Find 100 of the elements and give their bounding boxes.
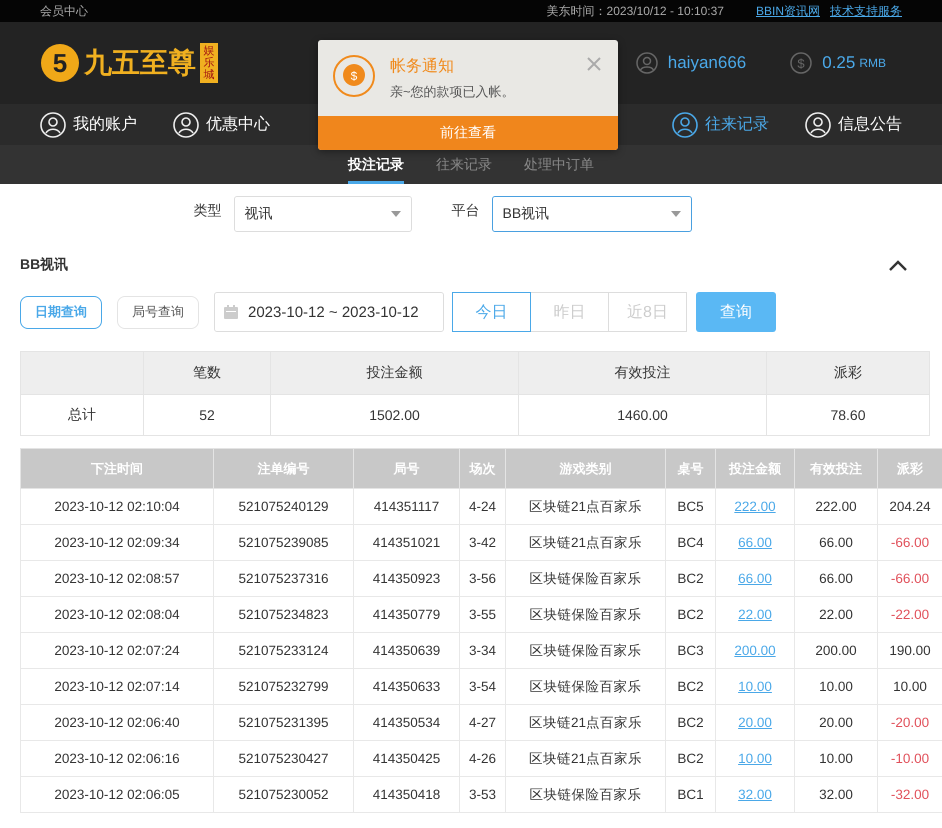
table-cell: 521075233124 bbox=[238, 643, 329, 658]
view-button[interactable]: 前往查看 bbox=[318, 116, 618, 150]
summary-header: 投注金额 bbox=[366, 364, 422, 380]
table-cell: 521075239085 bbox=[238, 535, 329, 550]
table-cell: 区块链21点百家乐 bbox=[528, 534, 642, 550]
table-cell: 3-54 bbox=[468, 679, 496, 694]
bet-amount-link[interactable]: 32.00 bbox=[738, 787, 772, 802]
table-cell: 区块链21点百家乐 bbox=[528, 714, 642, 730]
table-cell: 414350633 bbox=[372, 679, 440, 694]
table-cell: 414350779 bbox=[372, 607, 440, 622]
filter-label: 平台 bbox=[452, 202, 480, 220]
table-cell: 10.00 bbox=[819, 751, 853, 766]
calendar-icon bbox=[224, 305, 238, 319]
chat-coin-icon: $ bbox=[332, 54, 376, 98]
select-field[interactable]: BB视讯 bbox=[492, 196, 692, 232]
table-cell: -66.00 bbox=[890, 571, 930, 586]
table-cell: 10.00 bbox=[819, 679, 853, 694]
table-cell: BC4 bbox=[677, 535, 704, 550]
table-cell: 414350534 bbox=[372, 715, 440, 730]
table-cell: 3-42 bbox=[468, 535, 496, 550]
table-cell: 2023-10-12 02:08:04 bbox=[54, 607, 180, 622]
nav-item[interactable]: 优惠中心 bbox=[173, 112, 270, 138]
summary-header: 笔数 bbox=[193, 364, 221, 380]
table-cell: 区块链保险百家乐 bbox=[530, 570, 642, 586]
table-cell: 190.00 bbox=[889, 643, 931, 658]
bet-amount-link[interactable]: 20.00 bbox=[738, 715, 772, 730]
logo-icon: 5 bbox=[40, 43, 80, 83]
table-cell: 521075234823 bbox=[238, 607, 329, 622]
currency: RMB bbox=[859, 56, 886, 70]
balance: 0.25 bbox=[822, 53, 856, 73]
table-cell: 20.00 bbox=[819, 715, 853, 730]
nav-item[interactable]: 信息公告 bbox=[805, 112, 902, 138]
table-cell: 区块链保险百家乐 bbox=[530, 606, 642, 622]
top-link[interactable]: 技术支持服务 bbox=[830, 2, 902, 20]
query-mode-button[interactable]: 局号查询 bbox=[117, 296, 199, 328]
table-cell: 521075230427 bbox=[238, 751, 329, 766]
table-cell: BC2 bbox=[677, 679, 704, 694]
username: haiyan666 bbox=[668, 53, 746, 73]
table-cell: 2023-10-12 02:07:14 bbox=[54, 679, 180, 694]
table-cell: 4-26 bbox=[468, 751, 496, 766]
table-cell: -32.00 bbox=[890, 787, 930, 802]
nav-item[interactable]: 我的账户 bbox=[40, 112, 137, 138]
table-cell: 32.00 bbox=[819, 787, 853, 802]
date-range-field[interactable]: 2023-10-12 ~ 2023-10-12 bbox=[214, 292, 444, 332]
filter-label: 类型 bbox=[194, 202, 222, 220]
table-cell: 521075231395 bbox=[238, 715, 329, 730]
dropdown-caret-icon bbox=[670, 211, 680, 217]
table-cell: 10.00 bbox=[893, 679, 927, 694]
table-cell: BC3 bbox=[677, 643, 704, 658]
notification-title: 帐务通知 bbox=[390, 56, 455, 77]
table-cell: 22.00 bbox=[819, 607, 853, 622]
table-cell: 414351117 bbox=[374, 499, 440, 514]
query-mode-button[interactable]: 日期查询 bbox=[20, 296, 102, 328]
table-cell: BC5 bbox=[677, 499, 704, 514]
table-cell: 2023-10-12 02:07:24 bbox=[54, 643, 180, 658]
select-field[interactable]: 视讯 bbox=[234, 196, 412, 232]
bet-amount-link[interactable]: 66.00 bbox=[738, 571, 772, 586]
logo-tag: 娱乐城 bbox=[200, 42, 218, 84]
table-cell: 414351021 bbox=[372, 535, 440, 550]
top-link[interactable]: BBIN资讯网 bbox=[756, 2, 820, 20]
table-cell: BC1 bbox=[677, 787, 704, 802]
table-cell: 区块链21点百家乐 bbox=[528, 750, 642, 766]
table-cell: 区块链保险百家乐 bbox=[530, 786, 642, 802]
summary-cell: 1502.00 bbox=[369, 407, 420, 423]
quick-range-button[interactable]: 今日 bbox=[452, 292, 531, 332]
table-cell: 521075230052 bbox=[238, 787, 329, 802]
table-cell: 414350639 bbox=[372, 643, 440, 658]
table-cell: -20.00 bbox=[890, 715, 930, 730]
summary-cell: 1460.00 bbox=[617, 407, 668, 423]
bet-amount-link[interactable]: 66.00 bbox=[738, 535, 772, 550]
table-cell: BC2 bbox=[677, 607, 704, 622]
table-cell: 2023-10-12 02:06:40 bbox=[54, 715, 180, 730]
table-cell: 414350923 bbox=[372, 571, 440, 586]
table-cell: 2023-10-12 02:08:57 bbox=[54, 571, 180, 586]
search-button[interactable]: 查询 bbox=[696, 292, 776, 332]
table-cell: BC2 bbox=[677, 751, 704, 766]
table-cell: 4-27 bbox=[468, 715, 496, 730]
collapse-chevron-icon[interactable] bbox=[889, 260, 907, 270]
bet-amount-link[interactable]: 22.00 bbox=[738, 607, 772, 622]
table-cell: 3-55 bbox=[468, 607, 496, 622]
table-cell: 521075237316 bbox=[238, 571, 329, 586]
member-center-label: 会员中心 bbox=[40, 2, 88, 20]
table-cell: 414350425 bbox=[372, 751, 440, 766]
table-cell: 区块链21点百家乐 bbox=[528, 498, 642, 514]
notification-message: 亲~您的款项已入帐。 bbox=[390, 83, 516, 101]
summary-cell: 52 bbox=[199, 407, 215, 423]
dollar-icon: $ bbox=[790, 52, 812, 74]
bet-amount-link[interactable]: 10.00 bbox=[738, 679, 772, 694]
table-cell: 200.00 bbox=[815, 643, 857, 658]
table-cell: 204.24 bbox=[889, 499, 931, 514]
table-cell: BC2 bbox=[677, 715, 704, 730]
table-cell: 3-56 bbox=[468, 571, 496, 586]
table-cell: 区块链保险百家乐 bbox=[530, 642, 642, 658]
nav-item[interactable]: 往来记录 bbox=[672, 112, 769, 138]
summary-cell: 总计 bbox=[68, 406, 96, 422]
table-cell: 521075232799 bbox=[238, 679, 329, 694]
summary-cell: 78.60 bbox=[830, 407, 866, 423]
table-cell: 521075240129 bbox=[238, 499, 329, 514]
table-cell: BC2 bbox=[677, 571, 704, 586]
bet-amount-link[interactable]: 10.00 bbox=[738, 751, 772, 766]
